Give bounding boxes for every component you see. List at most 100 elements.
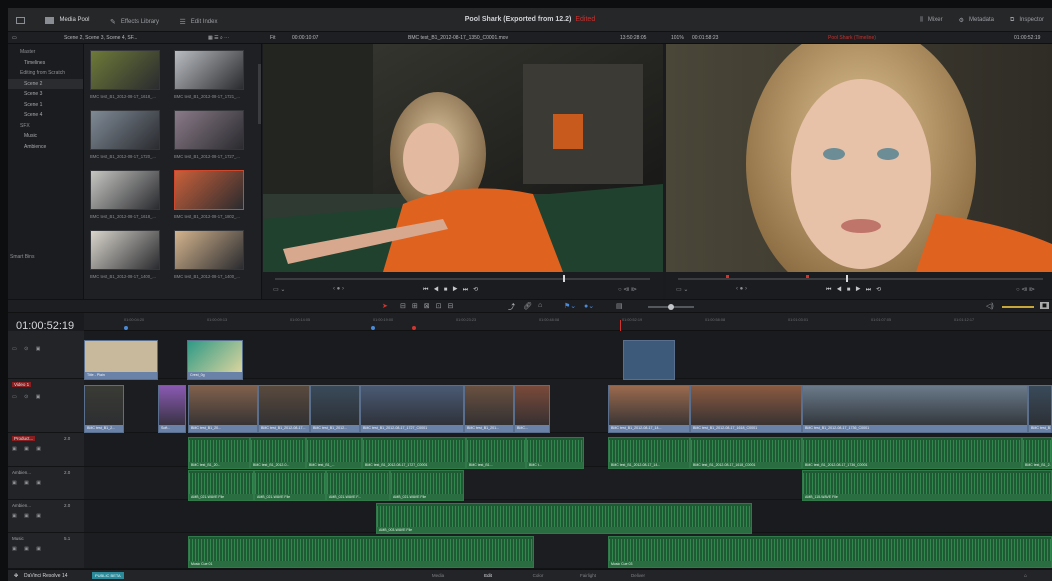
track-controls-icons[interactable]: ▣ ▣ ▣ bbox=[12, 480, 44, 486]
source-fit-dropdown[interactable]: Fit bbox=[270, 32, 276, 44]
video-clip[interactable] bbox=[623, 340, 675, 380]
page-tab-media[interactable]: Media bbox=[420, 570, 456, 581]
pool-clip-thumbnail[interactable] bbox=[90, 170, 160, 210]
lock-icon[interactable]: ⌂ bbox=[538, 302, 542, 309]
dim-button[interactable]: ◼ bbox=[1040, 302, 1049, 309]
timeline-name[interactable]: Pool Shark (Timeline) bbox=[828, 32, 876, 44]
page-tab-fairlight[interactable]: Fairlight bbox=[570, 570, 606, 581]
pool-clip-thumbnail[interactable] bbox=[174, 50, 244, 90]
track-controls-icons[interactable]: ▣ ▣ ▣ bbox=[12, 513, 44, 519]
pool-clip-thumbnail[interactable] bbox=[90, 110, 160, 150]
source-jog-icon[interactable]: ‹ ● › bbox=[333, 286, 344, 292]
link-icon[interactable]: 🔗︎ bbox=[523, 302, 532, 310]
audio-clip[interactable]: Music Cue 03 bbox=[608, 536, 1052, 568]
audio-clip[interactable]: BMC test_B1_20... bbox=[188, 437, 250, 469]
audio-clip[interactable]: BMC test_B1_2012-08-17_14... bbox=[608, 437, 690, 469]
audio-clip[interactable]: BMC test_B1_2012-08-17_1618_C0001 bbox=[690, 437, 802, 469]
timeline-jog-icon[interactable]: ‹ ● › bbox=[736, 286, 747, 292]
bin-item[interactable]: Master bbox=[8, 47, 83, 58]
source-transport-controls[interactable]: ⏮◀■▶⏭⟲ bbox=[423, 286, 483, 294]
video-clip[interactable]: BMC test_B1_... bbox=[1028, 385, 1052, 433]
selection-tool-icon[interactable]: ➤ bbox=[382, 302, 388, 310]
pool-scrollbar[interactable] bbox=[258, 64, 261, 124]
audio-clip[interactable]: AMB_003-WAVE File bbox=[376, 503, 752, 534]
audio-clip[interactable]: BMC test_B1_2012-08-17_1727_C0001 bbox=[362, 437, 466, 469]
bin-item[interactable]: SFX bbox=[8, 121, 83, 132]
bin-item[interactable]: Editing from Scratch bbox=[8, 68, 83, 79]
marker-icon[interactable]: ●⌄ bbox=[584, 302, 594, 310]
track-header[interactable]: Product... 2.0 ▣ ▣ ▣ bbox=[8, 433, 84, 467]
volume-slider[interactable] bbox=[1002, 306, 1034, 308]
bin-item[interactable]: Scene 1 bbox=[8, 100, 83, 111]
page-tab-color[interactable]: Color bbox=[520, 570, 556, 581]
track-controls-icons[interactable]: ▭ ⊙ ▣ bbox=[12, 394, 43, 400]
home-icon[interactable]: ⌂ bbox=[1024, 570, 1027, 581]
source-viewer[interactable] bbox=[263, 44, 663, 272]
video-clip[interactable]: BMC test_B1_20... bbox=[188, 385, 258, 433]
audio-clip[interactable]: BMC test_B1_2012-0... bbox=[250, 437, 306, 469]
page-tab-deliver[interactable]: Deliver bbox=[620, 570, 656, 581]
audio-clip[interactable]: AMB_115-WAVE File bbox=[802, 470, 1052, 501]
video-clip[interactable]: BMC test_B1_2012-08-17_14... bbox=[608, 385, 690, 433]
video-clip[interactable]: Title - Plain bbox=[84, 340, 158, 380]
bin-item[interactable]: Music bbox=[8, 131, 83, 142]
timeline-marker[interactable] bbox=[371, 326, 375, 330]
track-header[interactable]: Video 1 ▭ ⊙ ▣ bbox=[8, 379, 84, 433]
smart-bins-header[interactable]: Smart Bins bbox=[10, 254, 34, 260]
video-clip[interactable]: Soft... bbox=[158, 385, 186, 433]
timeline-zoom[interactable]: 101% bbox=[671, 32, 684, 44]
bin-item[interactable]: Scene 2 bbox=[8, 78, 83, 89]
video-clip[interactable]: Crest_0g bbox=[187, 340, 243, 380]
timeline-viewer[interactable] bbox=[666, 44, 1052, 272]
bin-item[interactable]: Timelines bbox=[8, 58, 83, 69]
audio-clip[interactable]: AMB_021-WAVE File bbox=[390, 470, 464, 501]
bin-item[interactable]: Ambience bbox=[8, 142, 83, 153]
audio-clip[interactable]: BMC test_B1_2012-08-17_1736_C0001 bbox=[802, 437, 1022, 469]
track-controls-icons[interactable]: ▭ ⊙ ▣ bbox=[12, 346, 43, 352]
timeline-ruler[interactable]: 01:00:04:20 01:00:09:13 01:00:14:05 01:00:1… bbox=[84, 313, 1052, 331]
audio-clip[interactable]: AMB_021-WAVE File bbox=[254, 470, 326, 501]
pool-clip-thumbnail[interactable] bbox=[174, 170, 244, 210]
video-clip[interactable]: BMC test_B1_2012-08-17_1618_C0001 bbox=[690, 385, 802, 433]
track-header[interactable]: Ambien... 2.0 ▣ ▣ ▣ bbox=[8, 500, 84, 533]
pool-clip-thumbnail[interactable] bbox=[90, 50, 160, 90]
audio-clip[interactable]: Music Cue 01 bbox=[188, 536, 534, 568]
audio-clip[interactable]: BMC test_B1_2... bbox=[1022, 437, 1052, 469]
volume-icon[interactable]: ◁) bbox=[986, 302, 994, 310]
source-viewer-options-icon[interactable]: ▭ ⌄ bbox=[273, 286, 285, 293]
source-mark-icons[interactable]: ○ ⧏ ⧐ bbox=[618, 286, 637, 293]
bin-item[interactable]: Scene 4 bbox=[8, 110, 83, 121]
track-header[interactable]: Music 5.1 ▣ ▣ ▣ bbox=[8, 533, 84, 569]
bin-list-toggle-icon[interactable]: ▭ bbox=[12, 32, 17, 44]
video-clip[interactable]: BMC test_B1_2012-08-17... bbox=[258, 385, 310, 433]
pool-clip-thumbnail[interactable] bbox=[174, 230, 244, 270]
bin-path[interactable]: Scene 2, Scene 3, Scene 4, SF... bbox=[64, 32, 137, 44]
timeline-transport-controls[interactable]: ⏮◀■▶⏭⟲ bbox=[826, 286, 886, 294]
snapping-icon[interactable]: ⤴ bbox=[508, 302, 515, 312]
pool-clip-thumbnail[interactable] bbox=[174, 110, 244, 150]
pool-view-icons[interactable]: ▦ ☰ ⌕ ⋯ bbox=[208, 32, 229, 44]
audio-clip[interactable]: BMC t... bbox=[526, 437, 584, 469]
audio-clip[interactable]: BMC test_B1... bbox=[466, 437, 526, 469]
video-clip[interactable]: BMC test_B1_2012-08-17_1736_C0001 bbox=[802, 385, 1028, 433]
audio-clip[interactable]: AMB_021-WAVE F... bbox=[326, 470, 390, 501]
track-controls-icons[interactable]: ▣ ▣ ▣ bbox=[12, 546, 44, 552]
pool-clip-thumbnail[interactable] bbox=[90, 230, 160, 270]
video-clip[interactable]: BMC test_B1_201... bbox=[464, 385, 514, 433]
video-clip[interactable]: BMC test_B1_2012-08-17_1727_C0001 bbox=[360, 385, 464, 433]
timeline-zoom-handle[interactable] bbox=[668, 304, 674, 310]
timeline-marker[interactable] bbox=[124, 326, 128, 330]
flag-icon[interactable]: ⚑⌄ bbox=[564, 302, 576, 310]
track-controls-icons[interactable]: ▣ ▣ ▣ bbox=[12, 446, 44, 452]
video-clip[interactable]: BMC test_B1_2... bbox=[84, 385, 124, 433]
audio-clip[interactable]: BMC test_B1_... bbox=[306, 437, 362, 469]
page-tab-edit[interactable]: Edit bbox=[470, 570, 506, 581]
zoom-mode-icon[interactable]: ▤ bbox=[616, 302, 623, 310]
video-clip[interactable]: BMC test_B1_2012... bbox=[310, 385, 360, 433]
video-clip[interactable]: BMC... bbox=[514, 385, 550, 433]
timeline-viewer-options-icon[interactable]: ▭ ⌄ bbox=[676, 286, 688, 293]
bin-item[interactable]: Scene 3 bbox=[8, 89, 83, 100]
track-header[interactable]: ▭ ⊙ ▣ bbox=[8, 331, 84, 379]
timeline-marker[interactable] bbox=[412, 326, 416, 330]
track-header[interactable]: Ambien... 2.0 ▣ ▣ ▣ bbox=[8, 467, 84, 500]
